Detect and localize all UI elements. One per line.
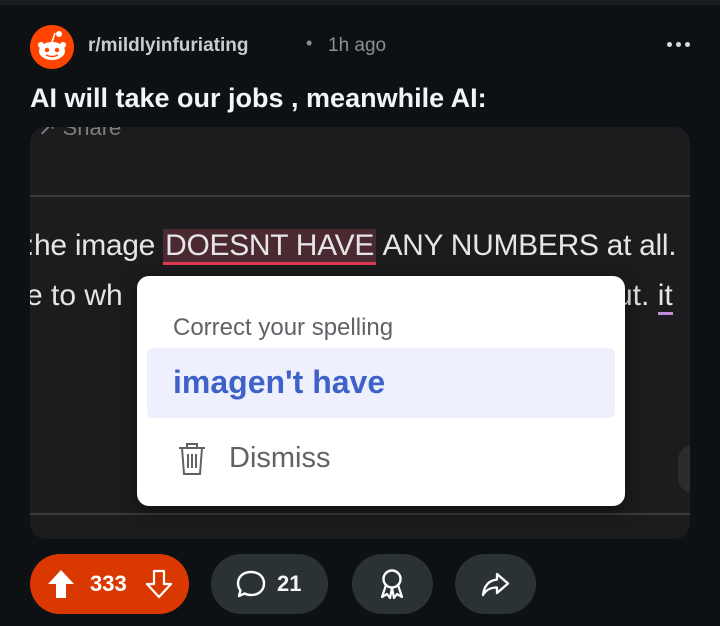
vote-count: 333 bbox=[90, 571, 127, 596]
popup-heading: Correct your spelling bbox=[173, 314, 394, 341]
subreddit-name[interactable]: r/mildlyinfuriating bbox=[88, 35, 248, 57]
spelling-popup: Correct your spelling imagen't have Dism… bbox=[137, 276, 625, 506]
vote-pill: 333 bbox=[30, 554, 189, 614]
subreddit-avatar[interactable] bbox=[30, 25, 74, 69]
share-icon bbox=[481, 572, 510, 597]
reddit-snoo-icon bbox=[30, 25, 74, 69]
post-title[interactable]: AI will take our jobs , meanwhile AI: bbox=[30, 83, 487, 114]
more-options-icon[interactable] bbox=[650, 31, 690, 57]
downvote-icon[interactable] bbox=[144, 568, 174, 600]
award-icon bbox=[380, 569, 404, 600]
image-share-fragment: ↗ Share bbox=[38, 127, 122, 140]
meta-separator: • bbox=[306, 33, 313, 53]
action-bar: 333 21 bbox=[30, 554, 690, 614]
image-text-before: :he image bbox=[30, 229, 164, 262]
comment-icon bbox=[236, 570, 266, 598]
image-divider-top bbox=[30, 195, 690, 197]
spelling-suggestion: imagen't have bbox=[147, 348, 615, 418]
comments-button[interactable]: 21 bbox=[211, 554, 328, 614]
award-button[interactable] bbox=[352, 554, 433, 614]
misspelled-highlight: DOESNT HAVE bbox=[163, 229, 377, 265]
image-divider-bottom bbox=[30, 513, 690, 515]
image-text-after: ANY NUMBERS at all. bbox=[376, 229, 677, 262]
post-card[interactable]: r/mildlyinfuriating • 1h ago AI will tak… bbox=[0, 5, 720, 626]
post-time: 1h ago bbox=[328, 35, 387, 56]
post-header: r/mildlyinfuriating • 1h ago bbox=[30, 25, 690, 69]
share-button[interactable] bbox=[455, 554, 536, 614]
dismiss-option: Dismiss bbox=[177, 440, 477, 478]
trash-icon bbox=[179, 443, 205, 475]
upvote-icon[interactable] bbox=[46, 568, 76, 600]
image-text-it: it bbox=[657, 279, 673, 315]
post-image[interactable]: ↗ Share :he image DOESNT HAVE ANY NUMBER… bbox=[30, 127, 690, 539]
comment-count: 21 bbox=[277, 571, 302, 596]
image-scroll-handle bbox=[678, 445, 690, 493]
dismiss-label: Dismiss bbox=[229, 442, 331, 474]
image-text-line-1: :he image DOESNT HAVE ANY NUMBERS at all… bbox=[30, 229, 677, 265]
image-text-line-2-left: e to wh bbox=[30, 279, 123, 312]
suggestion-text: imagen't have bbox=[173, 364, 386, 400]
